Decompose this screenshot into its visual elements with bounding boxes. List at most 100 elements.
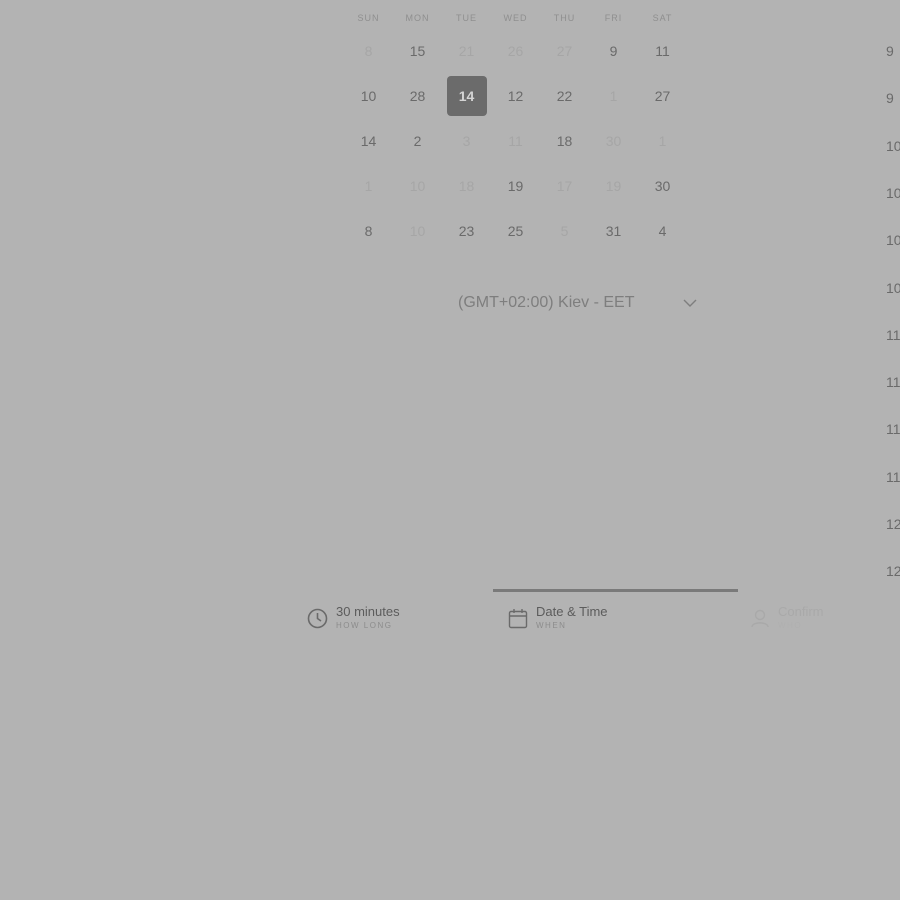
calendar-day: 1 xyxy=(589,73,638,118)
time-slot[interactable]: 9 xyxy=(886,90,894,106)
calendar-day-label: 17 xyxy=(556,177,573,194)
time-slot[interactable]: 12 xyxy=(886,516,900,532)
step-subtitle: WHEN xyxy=(536,621,567,630)
calendar-day-label: 18 xyxy=(556,132,573,149)
calendar-day: 21 xyxy=(442,28,491,73)
calendar-day-label: 8 xyxy=(364,42,373,59)
calendar-day: 8 xyxy=(344,28,393,73)
step-title: Date & Time xyxy=(536,604,608,619)
time-slot[interactable]: 11 xyxy=(886,469,900,485)
calendar-day-label: 19 xyxy=(605,177,622,194)
weekday-header: SUN MON TUE WED THU FRI SAT xyxy=(344,13,687,23)
calendar-day-label: 10 xyxy=(360,87,377,104)
weekday-label: WED xyxy=(503,13,528,23)
calendar-day[interactable]: 19 xyxy=(491,163,540,208)
clock-icon xyxy=(307,608,328,629)
step-date-time[interactable]: Date & Time WHEN xyxy=(508,603,608,631)
calendar-day-label: 2 xyxy=(413,132,422,149)
weekday-label: TUE xyxy=(456,13,477,23)
calendar-day-label: 1 xyxy=(658,132,667,149)
booking-page: SUN MON TUE WED THU FRI SAT 8 15 21 26 27 9 11… xyxy=(0,0,900,900)
calendar-day-label: 12 xyxy=(507,87,524,104)
calendar-day-label: 26 xyxy=(507,42,524,59)
calendar-day: 1 xyxy=(638,118,687,163)
calendar-day-label: 1 xyxy=(609,87,618,104)
calendar-day: 30 xyxy=(589,118,638,163)
calendar-day[interactable]: 2 xyxy=(393,118,442,163)
step-duration[interactable]: 30 minutes HOW LONG xyxy=(307,603,400,631)
time-slot[interactable]: 10 xyxy=(886,138,900,154)
step-confirm[interactable]: Confirm WHO xyxy=(750,603,824,631)
time-slot[interactable]: 12 xyxy=(886,563,900,579)
timezone-label: (GMT+02:00) Kiev - EET xyxy=(458,294,635,311)
time-slot[interactable]: 11 xyxy=(886,327,900,343)
calendar-day[interactable]: 27 xyxy=(638,73,687,118)
calendar-day: 26 xyxy=(491,28,540,73)
calendar-day[interactable]: 12 xyxy=(491,73,540,118)
calendar-day-label: 9 xyxy=(609,42,618,59)
calendar-day[interactable]: 9 xyxy=(589,28,638,73)
time-slot[interactable]: 11 xyxy=(886,421,900,437)
time-slot[interactable]: 9 xyxy=(886,43,894,59)
calendar-day-label: 10 xyxy=(409,222,426,239)
step-subtitle: HOW LONG xyxy=(336,621,393,630)
step-progress-bar xyxy=(493,589,738,592)
time-slot[interactable]: 10 xyxy=(886,232,900,248)
calendar-day-label: 1 xyxy=(364,177,373,194)
timezone-select[interactable]: (GMT+02:00) Kiev - EET xyxy=(458,290,703,316)
booking-steps: 30 minutes HOW LONG Date & Time WHEN Con… xyxy=(0,585,900,645)
calendar-day-label: 30 xyxy=(605,132,622,149)
calendar-day[interactable]: 14 xyxy=(344,118,393,163)
calendar-day-label: 14 xyxy=(360,132,377,149)
calendar-day: 11 xyxy=(491,118,540,163)
calendar-day-label: 25 xyxy=(507,222,524,239)
calendar-day[interactable]: 23 xyxy=(442,208,491,253)
calendar-day[interactable]: 22 xyxy=(540,73,589,118)
step-title: 30 minutes xyxy=(336,604,400,619)
step-title: Confirm xyxy=(778,604,824,619)
time-slot[interactable]: 10 xyxy=(886,185,900,201)
step-subtitle: WHO xyxy=(778,621,803,630)
calendar-day-label: 10 xyxy=(409,177,426,194)
calendar-day[interactable]: 8 xyxy=(344,208,393,253)
calendar-day[interactable]: 28 xyxy=(393,73,442,118)
calendar-day-label: 28 xyxy=(409,87,426,104)
calendar-day-label: 5 xyxy=(560,222,569,239)
calendar-day: 19 xyxy=(589,163,638,208)
chevron-down-icon xyxy=(683,299,697,307)
weekday-label: FRI xyxy=(604,13,623,23)
calendar-day[interactable]: 11 xyxy=(638,28,687,73)
weekday-label: SUN xyxy=(357,13,380,23)
calendar-day-label: 27 xyxy=(654,87,671,104)
calendar-day-label: 21 xyxy=(458,42,475,59)
calendar-day[interactable]: 15 xyxy=(393,28,442,73)
calendar-day: 5 xyxy=(540,208,589,253)
calendar-day-label: 11 xyxy=(508,132,523,149)
calendar-day-label: 31 xyxy=(605,222,622,239)
calendar-day[interactable]: 10 xyxy=(344,73,393,118)
time-slot[interactable]: 10 xyxy=(886,280,900,296)
calendar-day[interactable]: 25 xyxy=(491,208,540,253)
calendar-day[interactable]: 30 xyxy=(638,163,687,208)
weekday-label: THU xyxy=(553,13,576,23)
calendar-day-label: 15 xyxy=(409,42,426,59)
time-slot[interactable]: 11 xyxy=(886,374,900,390)
calendar-day-label: 8 xyxy=(364,222,373,239)
calendar-day-label: 4 xyxy=(658,222,667,239)
calendar-icon xyxy=(508,609,528,629)
calendar-day-selected[interactable]: 14 xyxy=(442,73,491,118)
weekday-label: MON xyxy=(405,13,430,23)
user-icon xyxy=(751,609,769,628)
calendar-day: 17 xyxy=(540,163,589,208)
weekday-label: SAT xyxy=(652,13,673,23)
calendar-day[interactable]: 4 xyxy=(638,208,687,253)
calendar-day-label: 19 xyxy=(507,177,524,194)
calendar-day: 1 xyxy=(344,163,393,208)
calendar-day[interactable]: 18 xyxy=(540,118,589,163)
calendar-day-label: 22 xyxy=(556,87,573,104)
calendar-day[interactable]: 31 xyxy=(589,208,638,253)
calendar-day-label: 3 xyxy=(462,132,471,149)
time-slot-list: 9 9 10 10 10 10 11 11 11 11 12 12 xyxy=(886,0,900,600)
calendar-grid: 8 15 21 26 27 9 11 10 28 14 12 22 1 27 14 2 3 11 18 30 1 1 10 1… xyxy=(344,28,687,253)
calendar-day: 18 xyxy=(442,163,491,208)
